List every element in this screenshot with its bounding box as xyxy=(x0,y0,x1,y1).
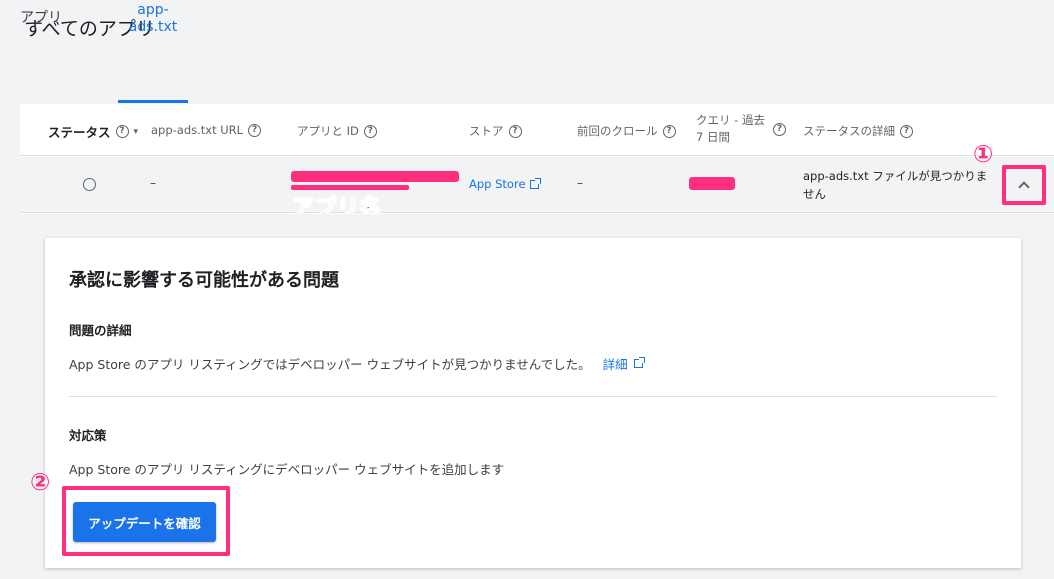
header-url[interactable]: app-ads.txt URL ? xyxy=(151,123,262,137)
table-row[interactable]: – アプリ名 App Store – app-ads.txt ファイルが見つかり… xyxy=(20,157,1054,222)
header-app-id-label: アプリと ID xyxy=(297,124,359,138)
header-status[interactable]: ステータス ? ▾ xyxy=(48,122,138,141)
open-in-new-icon xyxy=(529,177,541,189)
details-text-row: App Store のアプリ リスティングではデベロッパー ウェブサイトが見つか… xyxy=(69,354,645,373)
open-in-new-icon xyxy=(633,357,645,368)
chevron-up-icon xyxy=(1018,181,1030,193)
fix-text: App Store のアプリ リスティングにデベロッパー ウェブサイトを追加しま… xyxy=(69,462,505,477)
header-query[interactable]: クエリ - 過去 7 日間 ? xyxy=(696,112,786,146)
tab-apps[interactable]: アプリ xyxy=(20,10,62,27)
last-crawl-cell: – xyxy=(577,176,583,190)
expand-row-button[interactable] xyxy=(1002,165,1046,205)
issue-card: 承認に影響する可能性がある問題 問題の詳細 App Store のアプリ リステ… xyxy=(45,238,1021,568)
table-header: ステータス ? ▾ app-ads.txt URL ? アプリと ID ? スト… xyxy=(20,104,1054,156)
header-last-crawl-label: 前回のクロール xyxy=(577,124,658,138)
tab-app-ads-txt[interactable]: app-ads.txt xyxy=(118,2,188,36)
learn-more-link[interactable]: 詳細 xyxy=(602,354,645,373)
cta-highlight: アップデートを確認 xyxy=(62,486,230,556)
help-circle-icon[interactable]: ? xyxy=(248,123,262,137)
details-text: App Store のアプリ リスティングではデベロッパー ウェブサイトが見つか… xyxy=(69,357,591,372)
header-status-detail[interactable]: ステータスの詳細 ? xyxy=(803,123,913,139)
help-circle-icon[interactable]: ? xyxy=(662,124,676,138)
header-query-label: クエリ - 過去 7 日間 xyxy=(696,113,765,144)
check-update-button[interactable]: アップデートを確認 xyxy=(73,502,216,542)
header-app-id[interactable]: アプリと ID ? xyxy=(297,123,377,139)
header-url-label: app-ads.txt URL xyxy=(151,123,244,137)
header-store[interactable]: ストア ? xyxy=(469,123,522,139)
annotation-marker-2: ② xyxy=(30,468,51,496)
annotation-marker-1: ① xyxy=(973,140,994,168)
header-store-label: ストア xyxy=(469,124,504,138)
active-tab-indicator xyxy=(118,100,188,103)
redacted-app-name xyxy=(291,171,459,182)
store-link-label: App Store xyxy=(469,177,526,191)
help-circle-icon[interactable]: ? xyxy=(773,122,786,136)
url-cell: – xyxy=(150,176,156,190)
details-heading: 問題の詳細 xyxy=(69,323,132,338)
header-last-crawl[interactable]: 前回のクロール ? xyxy=(577,123,676,139)
status-detail-cell: app-ads.txt ファイルが見つかりません xyxy=(803,169,988,201)
fix-heading: 対応策 xyxy=(69,428,107,443)
tab-app-ads-txt-label: app-ads.txt xyxy=(128,2,178,35)
redacted-query-count xyxy=(689,177,735,190)
help-circle-icon[interactable]: ? xyxy=(900,124,913,138)
help-circle-icon[interactable]: ? xyxy=(115,125,129,138)
help-circle-icon[interactable]: ? xyxy=(508,124,522,138)
issue-title: 承認に影響する可能性がある問題 xyxy=(69,270,339,291)
divider xyxy=(69,396,997,397)
header-status-label: ステータス xyxy=(48,125,111,140)
header-status-detail-label: ステータスの詳細 xyxy=(803,124,895,138)
help-circle-icon[interactable]: ? xyxy=(363,124,377,138)
learn-more-label: 詳細 xyxy=(602,357,628,372)
store-link[interactable]: App Store xyxy=(469,177,541,191)
sort-arrow-icon[interactable]: ▾ xyxy=(134,127,139,137)
status-radio-icon[interactable] xyxy=(83,178,96,191)
